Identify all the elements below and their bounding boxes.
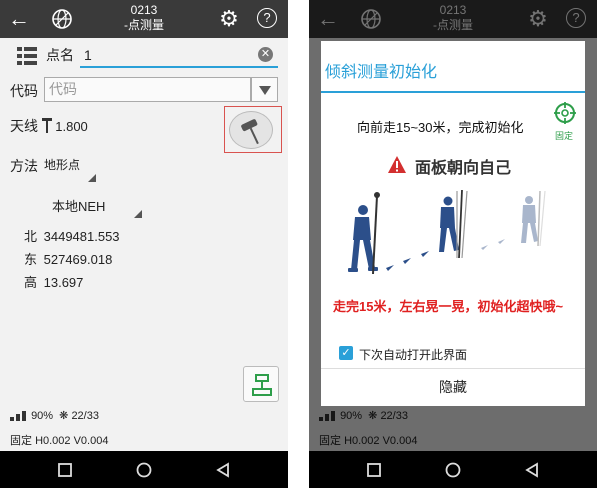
clear-icon[interactable]: ✕: [258, 47, 273, 62]
dialog-title: 倾斜测量初始化: [325, 64, 438, 81]
coord-value: 13.697: [43, 275, 84, 290]
coord-value: 3449481.553: [43, 229, 120, 244]
title-line-1: 0213: [130, 3, 158, 17]
code-input[interactable]: 代码: [44, 77, 251, 102]
antenna-label: 天线: [10, 118, 38, 134]
warning-text: 面板朝向自己: [415, 160, 512, 177]
coord-value: 527469.018: [43, 252, 113, 267]
select-corner-icon: [88, 174, 96, 182]
gear-icon[interactable]: ⚙: [217, 6, 241, 32]
code-dropdown-button[interactable]: [251, 77, 278, 102]
precision-value: H0.002 V0.004: [35, 435, 109, 447]
coord-north-row: 北 3449481.553: [24, 226, 120, 245]
surveyor-figure-faded: [521, 196, 538, 243]
survey-form: 点名 1 ✕ 代码 代码 天线 1.800 方法 地形点 本地NEH 北 344…: [0, 38, 288, 451]
code-label: 代码: [10, 83, 38, 99]
coord-key: 高: [24, 275, 38, 290]
dialog-instruction: 向前走15~30米，完成初始化: [357, 120, 524, 135]
coord-key: 北: [24, 229, 38, 244]
recents-icon[interactable]: [364, 460, 384, 480]
title-line-2: -点测量: [124, 18, 164, 32]
fix-status-label: 固定: [555, 131, 574, 141]
globe-icon[interactable]: [50, 7, 74, 31]
point-name-label: 点名: [46, 47, 74, 63]
solution-status: 固定: [10, 435, 32, 447]
auto-open-checkbox[interactable]: ✓: [339, 346, 353, 360]
method-select[interactable]: 地形点: [44, 156, 96, 182]
antenna-pole-icon: [41, 118, 52, 133]
tilt-init-screen: ← 0213 -点测量 ⚙ ? 90% ❋ 22/33 固定 H0.002 V0…: [309, 0, 597, 488]
antenna-height-value: 1.800: [55, 119, 88, 134]
survey-pole-icon: [252, 374, 272, 396]
list-icon[interactable]: [17, 47, 37, 65]
warning-banner: 面板朝向自己: [387, 154, 537, 177]
coord-system-value: 本地NEH: [52, 199, 106, 214]
tilt-survey-icon: [241, 119, 259, 145]
dropdown-arrow-icon: [259, 86, 271, 95]
coord-height-row: 高 13.697: [24, 272, 83, 291]
auto-open-label[interactable]: 下次自动打开此界面: [359, 346, 467, 363]
point-name-input[interactable]: 1: [80, 44, 278, 68]
coord-key: 东: [24, 252, 38, 267]
help-icon[interactable]: ?: [257, 8, 277, 28]
warning-icon: [388, 156, 406, 173]
nav-back-icon[interactable]: [213, 460, 233, 480]
dialog-tip: 走完15米，左右晃一晃，初始化超快哦~: [333, 299, 564, 314]
tilt-survey-button[interactable]: [229, 111, 273, 149]
system-nav-bar: [0, 451, 288, 488]
surveyor-figure: [439, 196, 459, 252]
select-corner-icon: [134, 210, 142, 218]
home-icon[interactable]: [134, 460, 154, 480]
walking-surveyor-illustration: [348, 189, 546, 275]
dialog-title-divider: [321, 91, 585, 93]
nav-back-icon[interactable]: [522, 460, 542, 480]
satellite-icon: ❋: [59, 410, 69, 422]
point-survey-screen: ← 0213 -点测量 ⚙ ? 点名 1 ✕ 代码 代码 天线 1.800 方法…: [0, 0, 288, 488]
method-value: 地形点: [44, 158, 81, 172]
status-line-1: 90% ❋ 22/33: [10, 409, 99, 422]
antenna-row[interactable]: 天线 1.800: [10, 116, 88, 136]
target-icon: [554, 102, 576, 124]
footprints: [386, 251, 429, 271]
status-line-2: 固定 H0.002 V0.004: [10, 432, 108, 448]
survey-point-button[interactable]: [243, 366, 279, 402]
battery-value: 90%: [31, 410, 54, 422]
app-bar: ← 0213 -点测量 ⚙ ?: [0, 0, 288, 38]
back-arrow-icon[interactable]: ←: [8, 6, 32, 32]
coord-system-select[interactable]: 本地NEH: [44, 196, 144, 220]
system-nav-bar: [309, 451, 597, 488]
tilt-init-dialog: 倾斜测量初始化 向前走15~30米，完成初始化 固定 面板朝向自己 走完15米，…: [321, 41, 585, 406]
recents-icon[interactable]: [55, 460, 75, 480]
page-title: 0213 -点测量: [100, 3, 188, 33]
coord-east-row: 东 527469.018: [24, 249, 112, 268]
satellites-value: 22/33: [71, 410, 99, 422]
method-label: 方法: [10, 158, 38, 174]
signal-icon: [10, 411, 26, 422]
hide-button[interactable]: 隐藏: [321, 369, 585, 406]
home-icon[interactable]: [443, 460, 463, 480]
